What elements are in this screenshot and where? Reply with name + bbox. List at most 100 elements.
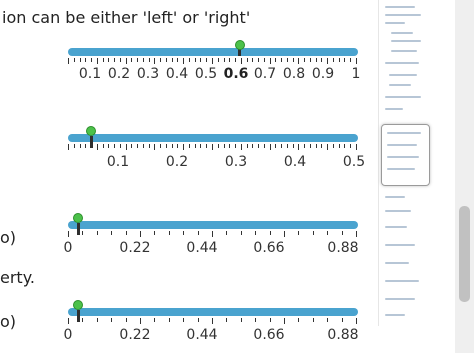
slider-tick-mark	[96, 58, 98, 64]
slider-tick-mark	[212, 144, 213, 150]
slider-tick-mark	[217, 58, 219, 62]
slider-tick-mark	[96, 231, 98, 235]
slider-tick-mark	[79, 58, 81, 62]
slider-2-tick-label: 0.5	[342, 154, 366, 170]
slider-tick-mark	[125, 318, 127, 322]
slider-tick-mark	[240, 318, 242, 322]
slider-3-handle[interactable]	[73, 213, 83, 223]
slider-tick-mark	[160, 58, 162, 62]
slider-tick-mark	[168, 318, 170, 322]
slider-tick-mark	[114, 58, 116, 62]
slider-3-tick-label: 0.44	[186, 240, 218, 256]
slider-4-handle-stem[interactable]	[77, 310, 80, 322]
slider-tick-mark	[119, 144, 121, 148]
slider-tick-mark	[338, 58, 340, 62]
slider-tick-mark	[200, 144, 202, 148]
slider-2-handle[interactable]	[86, 126, 96, 136]
slider-tick-mark	[315, 144, 317, 148]
slider-tick-mark	[96, 144, 98, 150]
slider-tick-mark	[226, 318, 228, 322]
slider-2-track[interactable]	[68, 134, 358, 142]
minimap-line	[385, 244, 415, 246]
slider-tick-mark	[263, 58, 265, 62]
minimap-line	[385, 6, 415, 8]
slider-tick-mark	[235, 144, 237, 148]
minimap-line	[391, 50, 417, 52]
slider-tick-mark	[91, 144, 93, 148]
slider-tick-mark	[356, 231, 357, 237]
slider-tick-mark	[114, 144, 116, 148]
slider-tick-mark	[197, 318, 199, 322]
slider-tick-mark	[344, 144, 346, 148]
slider-1-tick-label: 0.7	[253, 66, 277, 82]
slider-tick-mark	[281, 58, 283, 62]
minimap-line	[385, 196, 405, 198]
slider-tick-mark	[284, 318, 285, 324]
slider-4-handle[interactable]	[73, 300, 83, 310]
slider-tick-mark	[258, 144, 260, 148]
slider-tick-mark	[154, 144, 156, 150]
minimap-line	[387, 144, 417, 146]
slider-1-tick-label: 0.1	[78, 66, 102, 82]
slider-tick-mark	[111, 231, 113, 235]
slider-tick-mark	[68, 58, 69, 64]
slider-tick-mark	[206, 58, 208, 62]
slider-1-tick-label: 0.3	[136, 66, 160, 82]
slider-tick-mark	[246, 58, 248, 62]
slider-3-track[interactable]	[68, 221, 358, 229]
slider-tick-mark	[284, 231, 285, 237]
slider-tick-mark	[168, 231, 170, 235]
slider-tick-mark	[255, 318, 257, 322]
slider-tick-mark	[275, 58, 277, 62]
slider-tick-mark	[68, 144, 69, 150]
slider-tick-mark	[137, 58, 139, 62]
slider-1-tick-label: 0.9	[311, 66, 335, 82]
slider-tick-mark	[298, 58, 300, 64]
slider-tick-mark	[240, 58, 242, 64]
slider-tick-mark	[212, 58, 213, 64]
slider-tick-mark	[309, 144, 311, 148]
slider-2-tick-label: 0.2	[165, 154, 189, 170]
slider-tick-mark	[341, 231, 343, 235]
minimap-line	[385, 262, 409, 264]
slider-tick-mark	[125, 58, 127, 64]
slider-tick-mark	[177, 58, 179, 62]
slider-tick-mark	[131, 144, 133, 148]
slider-tick-mark	[91, 58, 93, 62]
slider-tick-mark	[281, 144, 283, 148]
minimap-line	[385, 314, 405, 316]
slider-1-handle[interactable]	[235, 40, 245, 50]
slider-1-track[interactable]	[68, 48, 358, 56]
slider-3-tick-label: 0	[63, 240, 73, 256]
page-minimap-icon[interactable]	[378, 0, 431, 326]
slider-tick-mark	[197, 231, 199, 235]
slider-tick-mark	[183, 144, 185, 150]
slider-tick-mark	[183, 318, 185, 322]
minimap-line	[389, 74, 417, 76]
slider-tick-mark	[223, 144, 225, 148]
scrollbar-thumb[interactable]	[459, 206, 470, 302]
slider-tick-mark	[327, 144, 329, 150]
slider-4-tick-label: 0.22	[119, 327, 151, 343]
slider-tick-mark	[206, 144, 208, 148]
minimap-line	[385, 62, 419, 64]
slider-tick-mark	[298, 144, 300, 150]
slider-tick-mark	[194, 144, 196, 148]
text-fragment-o: o)	[0, 228, 17, 247]
slider-tick-mark	[140, 318, 141, 324]
slider-tick-mark	[356, 318, 357, 324]
slider-tick-mark	[286, 144, 288, 148]
slider-3-handle-stem[interactable]	[77, 223, 80, 235]
slider-tick-mark	[68, 231, 69, 237]
slider-tick-mark	[188, 144, 190, 148]
minimap-line	[385, 22, 405, 24]
vertical-scrollbar[interactable]	[455, 0, 474, 353]
slider-3-tick-label: 0.88	[327, 240, 359, 256]
slider-3-tick-label: 0.66	[253, 240, 285, 256]
slider-1-tick-label: 0.2	[107, 66, 131, 82]
slider-tick-mark	[263, 144, 265, 148]
slider-tick-mark	[212, 231, 213, 237]
minimap-line	[385, 280, 419, 282]
slider-tick-mark	[177, 144, 179, 148]
slider-4-track[interactable]	[68, 308, 358, 316]
